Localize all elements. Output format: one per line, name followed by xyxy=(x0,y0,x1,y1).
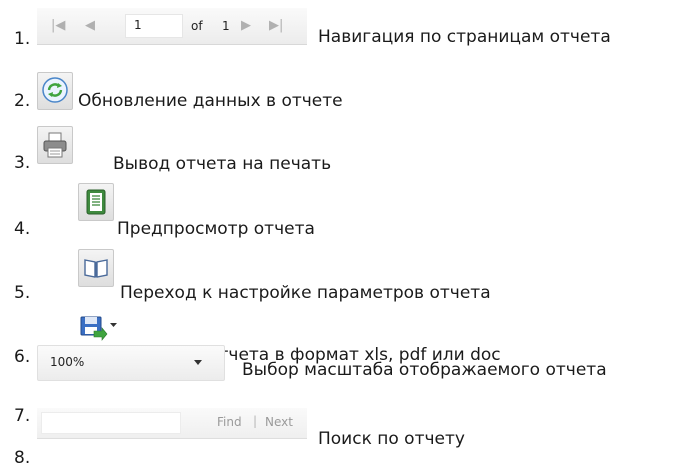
page-navigation-toolbar: |◀ ◀ 1 of 1 ▶ ▶| xyxy=(37,8,307,45)
open-book-icon xyxy=(84,259,108,278)
item-description: Переход к настройке параметров отчета xyxy=(120,283,491,303)
item-number: 5. xyxy=(14,283,31,303)
find-button[interactable]: Find xyxy=(217,415,242,429)
save-export-icon xyxy=(80,316,117,341)
export-button[interactable] xyxy=(78,313,118,343)
zoom-value: 100% xyxy=(50,355,85,369)
next-button[interactable]: Next xyxy=(265,415,293,429)
prev-page-icon[interactable]: ◀ xyxy=(85,18,95,33)
chevron-down-icon[interactable] xyxy=(194,360,202,365)
item-number: 2. xyxy=(14,91,31,111)
print-icon xyxy=(43,132,67,158)
item-number: 3. xyxy=(14,153,31,173)
item-number: 1. xyxy=(14,29,31,49)
last-page-icon[interactable]: ▶| xyxy=(269,18,283,33)
search-input[interactable] xyxy=(41,412,181,434)
report-parameters-button[interactable] xyxy=(78,249,114,287)
item-number: 4. xyxy=(14,219,31,239)
item-number: 8. xyxy=(14,448,31,468)
page-total: 1 xyxy=(222,19,230,33)
item-description: Выбор масштаба отображаемого отчета xyxy=(242,360,607,380)
first-page-icon[interactable]: |◀ xyxy=(51,18,65,33)
item-description: Обновление данных в отчете xyxy=(78,91,343,111)
zoom-select[interactable]: 100% xyxy=(37,345,225,381)
next-page-icon[interactable]: ▶ xyxy=(241,18,251,33)
item-description: Предпросмотр отчета xyxy=(117,219,315,239)
refresh-button[interactable] xyxy=(37,72,73,110)
item-description: Навигация по страницам отчета xyxy=(318,27,611,47)
print-preview-button[interactable] xyxy=(78,183,114,221)
item-description: Вывод отчета на печать xyxy=(113,154,332,174)
refresh-icon xyxy=(42,77,68,103)
item-number: 7. xyxy=(14,406,31,426)
print-button[interactable] xyxy=(37,126,73,164)
find-toolbar: Find | Next xyxy=(37,408,307,439)
find-separator: | xyxy=(253,414,258,428)
page-number-input[interactable]: 1 xyxy=(125,14,183,38)
page-of-label: of xyxy=(191,19,203,33)
item-description: Поиск по отчету xyxy=(318,429,465,449)
print-preview-icon xyxy=(86,189,106,215)
item-number: 6. xyxy=(14,347,31,367)
